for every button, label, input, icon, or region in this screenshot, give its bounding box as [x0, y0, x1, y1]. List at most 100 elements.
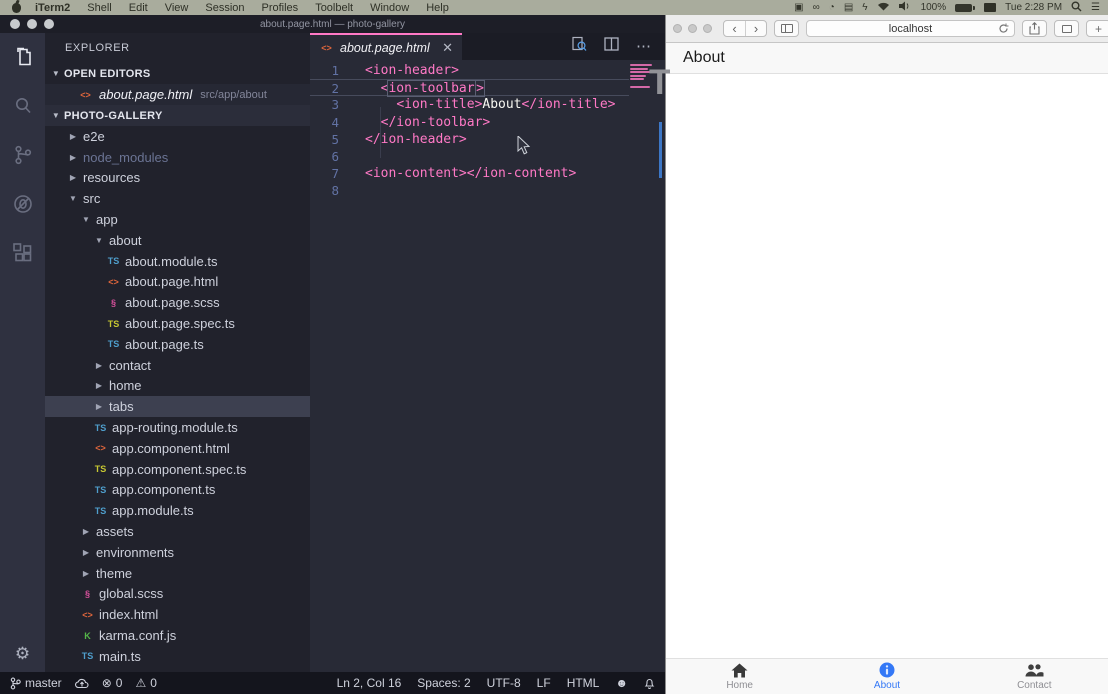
tree-folder-node_modules[interactable]: ▶node_modules [45, 147, 310, 168]
tree-folder-e2e[interactable]: ▶e2e [45, 126, 310, 147]
tree-folder-about[interactable]: ▼about [45, 230, 310, 251]
eol[interactable]: LF [537, 676, 551, 690]
tree-file-app.component.spec.ts[interactable]: TSapp.component.spec.ts [45, 459, 310, 480]
tree-file-about.module.ts[interactable]: TSabout.module.ts [45, 251, 310, 272]
indentation[interactable]: Spaces: 2 [417, 676, 470, 690]
minimize-window-button[interactable] [27, 19, 37, 29]
close-window-button[interactable] [673, 24, 682, 33]
tree-file-app.component.ts[interactable]: TSapp.component.ts [45, 480, 310, 501]
language-mode[interactable]: HTML [567, 676, 600, 690]
tree-folder-contact[interactable]: ▶contact [45, 355, 310, 376]
screen-icon[interactable]: ▣ [794, 3, 803, 13]
split-editor-icon[interactable] [604, 37, 619, 56]
git-branch[interactable]: master [10, 676, 62, 690]
open-editor-item[interactable]: <> about.page.html src/app/about [45, 84, 310, 105]
tree-folder-theme[interactable]: ▶theme [45, 563, 310, 584]
share-button[interactable] [1022, 20, 1047, 37]
code-line-1[interactable]: 1<ion-header> [310, 62, 629, 79]
more-actions-icon[interactable]: ⋯ [636, 42, 652, 52]
menu-shell[interactable]: Shell [87, 2, 111, 14]
input-source-icon[interactable] [984, 3, 996, 12]
tab-close-icon[interactable]: ✕ [442, 40, 453, 56]
glasses-icon[interactable]: ∞ [813, 3, 820, 13]
tree-folder-resources[interactable]: ▶resources [45, 168, 310, 189]
menu-toolbelt[interactable]: Toolbelt [315, 2, 353, 14]
project-section-header[interactable]: ▼ PHOTO-GALLERY [45, 105, 310, 126]
error-count[interactable]: ⊗0 [102, 676, 123, 690]
tree-file-about.page.spec.ts[interactable]: TSabout.page.spec.ts [45, 313, 310, 334]
scrollbar-decoration[interactable] [659, 122, 662, 178]
close-window-button[interactable] [10, 19, 20, 29]
tab-overview-button[interactable] [1054, 20, 1079, 37]
tree-folder-assets[interactable]: ▶assets [45, 521, 310, 542]
menubar-clock[interactable]: Tue 2:28 PM [1005, 2, 1062, 13]
wifi-icon[interactable] [877, 1, 890, 14]
battery-percent[interactable]: 100% [921, 2, 947, 13]
menu-session[interactable]: Session [205, 2, 244, 14]
address-bar[interactable]: localhost [806, 20, 1015, 37]
debug-icon[interactable] [11, 192, 35, 216]
battery-icon[interactable] [955, 4, 975, 12]
lightning-icon[interactable]: ϟ [862, 3, 867, 13]
tree-file-about.page.ts[interactable]: TSabout.page.ts [45, 334, 310, 355]
tree-file-app-routing.module.ts[interactable]: TSapp-routing.module.ts [45, 417, 310, 438]
back-button[interactable]: ‹ [724, 21, 745, 36]
code-line-4[interactable]: 4 </ion-toolbar> [310, 114, 629, 131]
volume-icon[interactable] [899, 1, 912, 14]
source-control-icon[interactable] [11, 143, 35, 167]
code-line-8[interactable]: 8 [310, 182, 629, 199]
encoding[interactable]: UTF-8 [487, 676, 521, 690]
explorer-icon[interactable] [11, 45, 35, 69]
tree-file-index.html[interactable]: <>index.html [45, 604, 310, 625]
new-tab-button[interactable]: + [1086, 20, 1108, 37]
tree-file-app.component.html[interactable]: <>app.component.html [45, 438, 310, 459]
code-line-2[interactable]: 2 <ion-toolbar> [310, 79, 629, 96]
clock-icon[interactable]: ◔ [829, 3, 835, 13]
menu-edit[interactable]: Edit [129, 2, 148, 14]
warning-count[interactable]: ⚠0 [135, 676, 156, 690]
forward-button[interactable]: › [745, 21, 766, 36]
code-line-6[interactable]: 6 [310, 148, 629, 165]
menu-window[interactable]: Window [370, 2, 409, 14]
menu-iterm2[interactable]: iTerm2 [35, 2, 70, 14]
code-line-3[interactable]: 3 <ion-title>About</ion-title> [310, 96, 629, 113]
code-area[interactable]: 1<ion-header>2 <ion-toolbar>3 <ion-title… [310, 60, 665, 672]
app-tab-contact[interactable]: Contact [961, 659, 1108, 694]
tree-file-karma.conf.js[interactable]: Kkarma.conf.js [45, 625, 310, 646]
menu-view[interactable]: View [165, 2, 189, 14]
cursor-position[interactable]: Ln 2, Col 16 [337, 676, 402, 690]
tree-folder-app[interactable]: ▼app [45, 209, 310, 230]
tree-file-main.ts[interactable]: TSmain.ts [45, 646, 310, 667]
tree-file-global.scss[interactable]: §global.scss [45, 584, 310, 605]
vscode-titlebar[interactable]: about.page.html — photo-gallery [0, 15, 665, 33]
tree-folder-home[interactable]: ▶home [45, 376, 310, 397]
code-line-5[interactable]: 5</ion-header> [310, 131, 629, 148]
feedback-smiley-icon[interactable]: ☻ [615, 676, 628, 690]
settings-gear-icon[interactable]: ⚙ [15, 644, 30, 664]
tree-file-app.module.ts[interactable]: TSapp.module.ts [45, 500, 310, 521]
notification-center-icon[interactable]: ☰ [1091, 3, 1100, 13]
notifications-bell-icon[interactable] [644, 677, 655, 689]
tree-file-about.page.scss[interactable]: §about.page.scss [45, 292, 310, 313]
minimize-window-button[interactable] [688, 24, 697, 33]
apple-menu-icon[interactable] [12, 3, 21, 13]
app-tab-home[interactable]: Home [666, 659, 813, 694]
code-line-7[interactable]: 7<ion-content></ion-content> [310, 165, 629, 182]
open-preview-icon[interactable] [571, 36, 587, 57]
tree-folder-src[interactable]: ▼src [45, 188, 310, 209]
extensions-icon[interactable] [11, 241, 35, 265]
display-icon[interactable]: ▤ [844, 3, 853, 13]
publish-changes[interactable] [75, 678, 89, 689]
search-icon[interactable] [11, 94, 35, 118]
tree-folder-tabs[interactable]: ▶tabs [45, 396, 310, 417]
tree-file-about.page.html[interactable]: <>about.page.html [45, 272, 310, 293]
menu-profiles[interactable]: Profiles [262, 2, 299, 14]
open-editors-header[interactable]: ▼ OPEN EDITORS [45, 63, 310, 84]
editor-tab-active[interactable]: <> about.page.html ✕ [310, 33, 462, 60]
zoom-window-button[interactable] [703, 24, 712, 33]
spotlight-search-icon[interactable] [1071, 1, 1082, 15]
tree-folder-environments[interactable]: ▶environments [45, 542, 310, 563]
zoom-window-button[interactable] [44, 19, 54, 29]
sidebar-toggle-button[interactable] [774, 20, 799, 37]
app-tab-about[interactable]: About [813, 659, 960, 694]
